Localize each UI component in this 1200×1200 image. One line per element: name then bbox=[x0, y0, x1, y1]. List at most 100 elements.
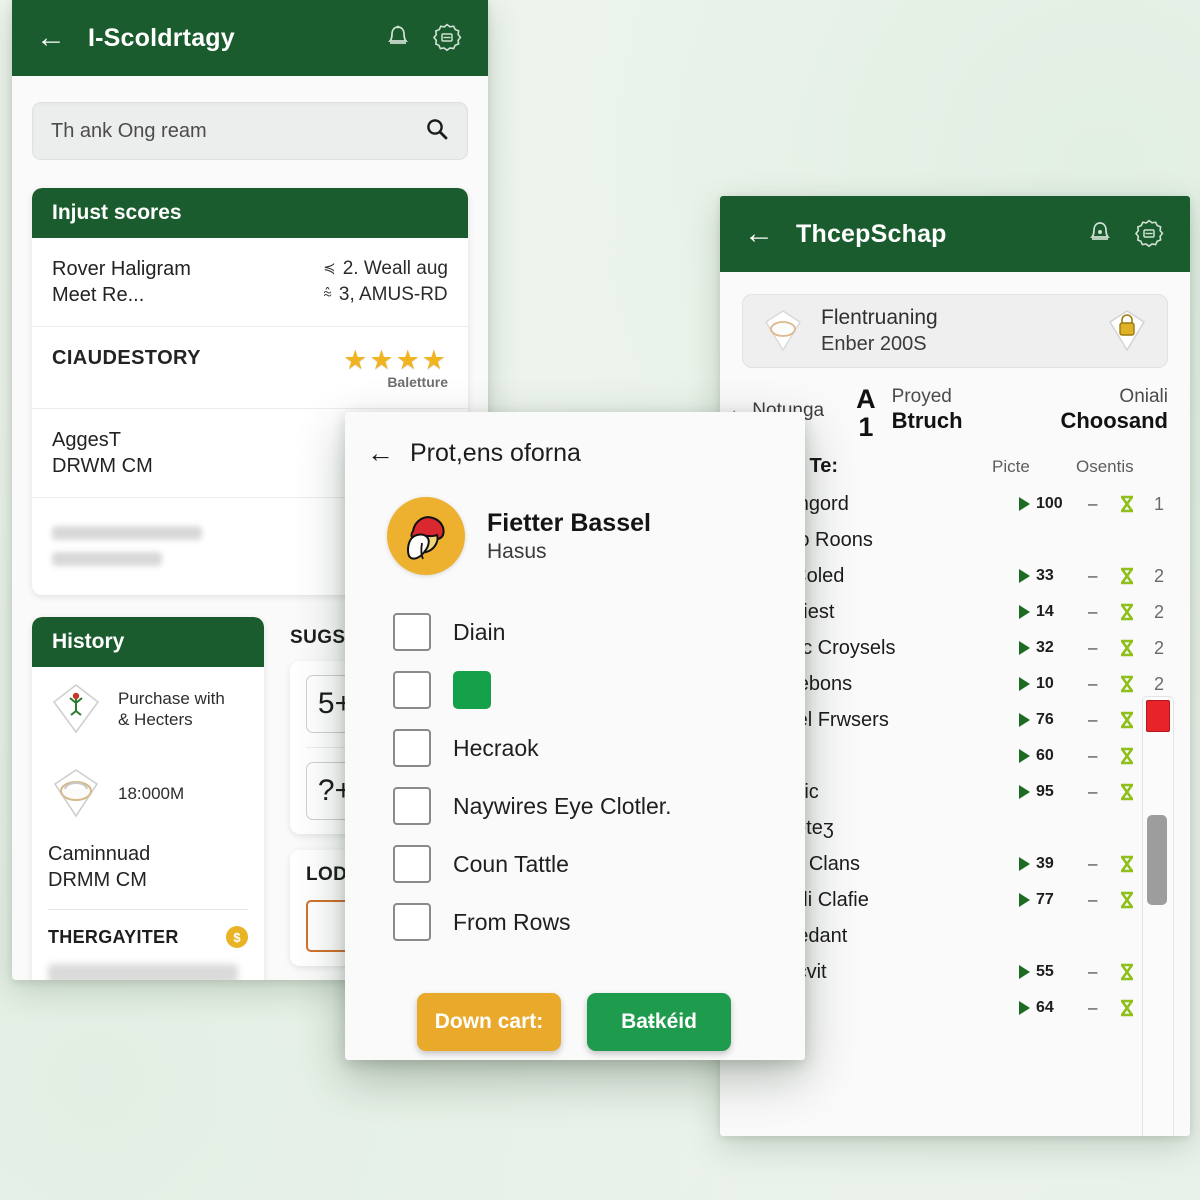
row-dash: – bbox=[1088, 962, 1098, 982]
history-item-text: Purchase with bbox=[118, 689, 225, 709]
play-triangle-icon bbox=[1019, 713, 1030, 728]
row-metrics: 14 – 2 bbox=[1019, 602, 1168, 623]
search-input[interactable]: Th ank Ong ream bbox=[32, 102, 468, 160]
mushroom-avatar-icon bbox=[387, 497, 465, 575]
row-value: 77 bbox=[1036, 891, 1054, 909]
hourglass-icon bbox=[1118, 639, 1136, 657]
back-icon[interactable]: ← bbox=[36, 23, 66, 53]
row-count: 2 bbox=[1154, 565, 1165, 586]
row-dash: – bbox=[1088, 710, 1098, 730]
stats-big-bottom: 1 bbox=[858, 411, 874, 442]
checkbox-label: Diain bbox=[453, 618, 506, 645]
scores-card-header: Injust scores bbox=[32, 188, 468, 238]
row-value: 2. Weall aug bbox=[342, 258, 448, 279]
color-swatch[interactable] bbox=[453, 671, 491, 709]
bell-icon[interactable] bbox=[1088, 221, 1112, 247]
list-item[interactable]: 18:000M bbox=[32, 751, 264, 835]
redacted-text bbox=[52, 552, 162, 566]
row-label: AggesT bbox=[52, 429, 121, 451]
hourglass-icon bbox=[1118, 999, 1136, 1017]
checkbox[interactable] bbox=[393, 903, 431, 941]
flag-glyph: ⩯ bbox=[323, 285, 332, 303]
play-triangle-icon bbox=[1019, 785, 1030, 800]
back-icon[interactable]: ← bbox=[744, 219, 774, 249]
row-dash: – bbox=[1088, 566, 1098, 586]
row-name: Hacleteʒ bbox=[755, 817, 1168, 840]
row-count: 2 bbox=[1154, 601, 1165, 622]
right-search-line2: Enber 200S bbox=[821, 332, 927, 355]
confirm-button[interactable]: Baŧkéid bbox=[587, 993, 731, 1051]
checkbox[interactable] bbox=[393, 845, 431, 883]
details-modal: ← Prot,ens oforna Fietter Bassel Hasus D… bbox=[345, 412, 805, 1060]
history-title-line2: DRMM CM bbox=[48, 869, 147, 892]
left-search-area: Th ank Ong ream bbox=[12, 76, 488, 176]
stats-mid-bottom: Btruch bbox=[891, 408, 963, 434]
hourglass-icon bbox=[1118, 855, 1136, 873]
hourglass-icon bbox=[1118, 603, 1136, 621]
checkbox-row[interactable]: Coun Tattle bbox=[345, 835, 805, 893]
row-sublabel: DRWM CM bbox=[52, 455, 153, 477]
right-appbar: ← ThcepSchap bbox=[720, 196, 1190, 272]
table-row[interactable]: CIAUDESTORY ★★★★ Baletture bbox=[32, 327, 468, 409]
history-item-text2: & Hecters bbox=[118, 710, 193, 730]
list-item[interactable]: Purchase with & Hecters bbox=[32, 667, 264, 751]
checkbox-label: Coun Tattle bbox=[453, 850, 569, 877]
row-metrics: 10 – 2 bbox=[1019, 674, 1168, 695]
hourglass-icon bbox=[1118, 495, 1136, 513]
stats-right-top: Oniali bbox=[1119, 386, 1168, 407]
row-name: Rentedant bbox=[755, 925, 1168, 948]
row-sublabel: Meet Re... bbox=[52, 284, 145, 306]
back-icon[interactable]: ← bbox=[367, 438, 394, 469]
checkbox-row[interactable]: Diain bbox=[345, 603, 805, 661]
coin-icon: $ bbox=[226, 926, 248, 949]
hourglass-icon bbox=[1118, 711, 1136, 729]
hourglass-icon bbox=[1118, 963, 1136, 981]
table-row[interactable]: Rover Haligram Meet Re... ≼ 2. Weall aug … bbox=[32, 238, 468, 327]
row-value: 64 bbox=[1036, 999, 1054, 1017]
row-label: CIAUDESTORY bbox=[52, 347, 201, 369]
right-search-field[interactable]: Flentruaning Enber 200S bbox=[742, 294, 1168, 368]
hourglass-icon bbox=[1118, 747, 1136, 765]
hat-badge-icon bbox=[48, 765, 104, 821]
row-dash: – bbox=[1088, 602, 1098, 622]
bell-icon[interactable] bbox=[386, 25, 410, 51]
badge-settings-icon[interactable] bbox=[432, 23, 462, 53]
badge-settings-icon[interactable] bbox=[1134, 219, 1164, 249]
play-triangle-icon bbox=[1019, 677, 1030, 692]
hourglass-icon bbox=[1118, 567, 1136, 585]
checkbox[interactable] bbox=[393, 729, 431, 767]
stats-middle: Proyed Btruch bbox=[892, 386, 963, 434]
search-input-value: Th ank Ong ream bbox=[51, 119, 207, 142]
checkbox[interactable] bbox=[393, 613, 431, 651]
history-card: History Purchase with & Hecters 18:000M … bbox=[32, 617, 264, 980]
checkbox-row[interactable]: Hecraok bbox=[345, 719, 805, 777]
hourglass-icon bbox=[1118, 675, 1136, 693]
checkbox-label: From Rows bbox=[453, 908, 571, 935]
scrollbar-thumb[interactable] bbox=[1147, 815, 1167, 905]
search-icon[interactable] bbox=[425, 117, 449, 146]
row-value: 33 bbox=[1036, 567, 1054, 585]
history-title-line1: Caminnuad bbox=[48, 843, 151, 866]
scrollbar[interactable] bbox=[1142, 696, 1174, 1136]
scrollbar-top-marker[interactable] bbox=[1146, 700, 1170, 732]
row-label: Rover Haligram bbox=[52, 258, 191, 280]
checkbox-row[interactable] bbox=[345, 661, 805, 719]
row-dash: – bbox=[1088, 998, 1098, 1018]
row-value: 10 bbox=[1036, 675, 1054, 693]
row-metrics: 33 – 2 bbox=[1019, 566, 1168, 587]
checkbox[interactable] bbox=[393, 787, 431, 825]
row-count: 2 bbox=[1154, 673, 1165, 694]
stats-big-top: A bbox=[856, 384, 876, 414]
down-cart-button[interactable]: Down cart: bbox=[417, 993, 561, 1051]
checkbox-row[interactable]: Naywires Eye Clotler. bbox=[345, 777, 805, 835]
checkbox-row[interactable]: From Rows bbox=[345, 893, 805, 951]
checkbox[interactable] bbox=[393, 671, 431, 709]
profile-subtitle: Hasus bbox=[487, 539, 547, 563]
hat-badge-icon bbox=[761, 308, 805, 354]
play-triangle-icon bbox=[1019, 1001, 1030, 1016]
play-triangle-icon bbox=[1019, 497, 1030, 512]
history-footer: THERGAYITER $ bbox=[32, 910, 264, 956]
shield-badge-icon[interactable] bbox=[1105, 308, 1149, 354]
left-appbar: ← I-Scoldrtagy bbox=[12, 0, 488, 76]
row-value: 3, AMUS-RD bbox=[338, 283, 448, 305]
